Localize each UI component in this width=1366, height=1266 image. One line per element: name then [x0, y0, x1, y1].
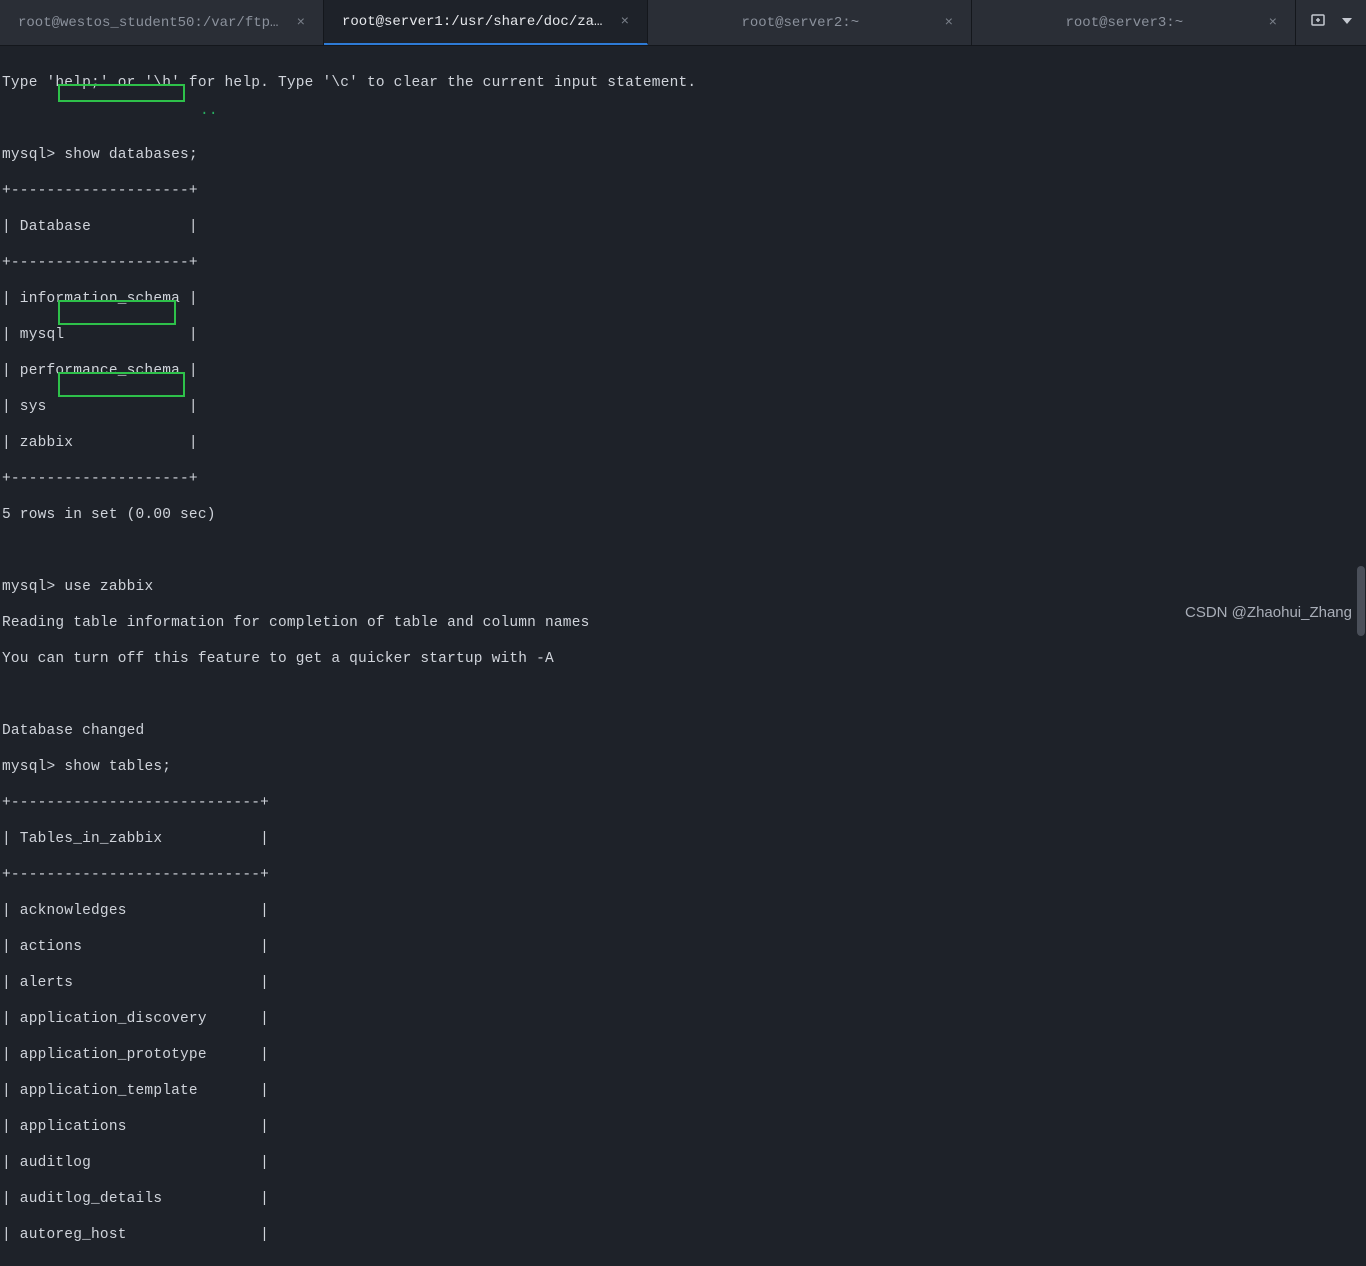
tab-bar: root@westos_student50:/var/ftp/za... × r…: [0, 0, 1366, 46]
close-icon[interactable]: ×: [621, 14, 629, 30]
tab-label: root@server3:~: [990, 15, 1259, 31]
tabbar-actions: [1296, 0, 1366, 45]
terminal-line: +----------------------------+: [2, 794, 1364, 812]
terminal-line: | application_discovery |: [2, 1010, 1364, 1028]
terminal-line: +--------------------+: [2, 470, 1364, 488]
close-icon[interactable]: ×: [297, 15, 305, 31]
terminal-line: | application_prototype |: [2, 1046, 1364, 1064]
terminal-tab-3[interactable]: root@server2:~ ×: [648, 0, 972, 45]
scrollbar[interactable]: [1356, 46, 1366, 633]
terminal-line: Database changed: [2, 722, 1364, 740]
menu-chevron-icon[interactable]: [1342, 15, 1352, 31]
terminal-line: | autoreg_host |: [2, 1226, 1364, 1244]
tab-label: root@server1:/usr/share/doc/zabbix...: [342, 14, 611, 30]
terminal-line: | alerts |: [2, 974, 1364, 992]
terminal-line: [2, 686, 1364, 704]
terminal-line: | performance_schema |: [2, 362, 1364, 380]
terminal-line: | auditlog |: [2, 1154, 1364, 1172]
terminal-line: mysql> use zabbix: [2, 578, 1364, 596]
close-icon[interactable]: ×: [945, 15, 953, 31]
terminal-line: Type 'help;' or '\h' for help. Type '\c'…: [2, 74, 1364, 92]
terminal-tab-1[interactable]: root@westos_student50:/var/ftp/za... ×: [0, 0, 324, 45]
terminal-line: | auditlog_details |: [2, 1190, 1364, 1208]
terminal-line: +----------------------------+: [2, 866, 1364, 884]
terminal-line: mysql> show tables;: [2, 758, 1364, 776]
terminal-line: Reading table information for completion…: [2, 614, 1364, 632]
terminal-line: mysql> show databases;: [2, 146, 1364, 164]
terminal-line: +--------------------+: [2, 254, 1364, 272]
terminal-line: | mysql |: [2, 326, 1364, 344]
highlight-dot: ..: [200, 102, 218, 120]
terminal-line: | acknowledges |: [2, 902, 1364, 920]
terminal-line: | Tables_in_zabbix |: [2, 830, 1364, 848]
new-tab-icon[interactable]: [1310, 12, 1326, 33]
terminal-line: | application_template |: [2, 1082, 1364, 1100]
terminal-line: You can turn off this feature to get a q…: [2, 650, 1364, 668]
terminal-line: | information_schema |: [2, 290, 1364, 308]
terminal-tab-2[interactable]: root@server1:/usr/share/doc/zabbix... ×: [324, 0, 648, 45]
tab-label: root@westos_student50:/var/ftp/za...: [18, 15, 287, 31]
tab-label: root@server2:~: [666, 15, 935, 31]
terminal-line: | zabbix |: [2, 434, 1364, 452]
close-icon[interactable]: ×: [1269, 15, 1277, 31]
terminal-output[interactable]: Type 'help;' or '\h' for help. Type '\c'…: [0, 46, 1366, 1266]
terminal-line: | actions |: [2, 938, 1364, 956]
terminal-line: | Database |: [2, 218, 1364, 236]
terminal-line: [2, 542, 1364, 560]
terminal-line: | sys |: [2, 398, 1364, 416]
scrollbar-thumb[interactable]: [1357, 566, 1365, 636]
watermark: CSDN @Zhaohui_Zhang: [1185, 604, 1352, 621]
terminal-line: +--------------------+: [2, 182, 1364, 200]
terminal-line: | applications |: [2, 1118, 1364, 1136]
terminal-tab-4[interactable]: root@server3:~ ×: [972, 0, 1296, 45]
terminal-line: 5 rows in set (0.00 sec): [2, 506, 1364, 524]
